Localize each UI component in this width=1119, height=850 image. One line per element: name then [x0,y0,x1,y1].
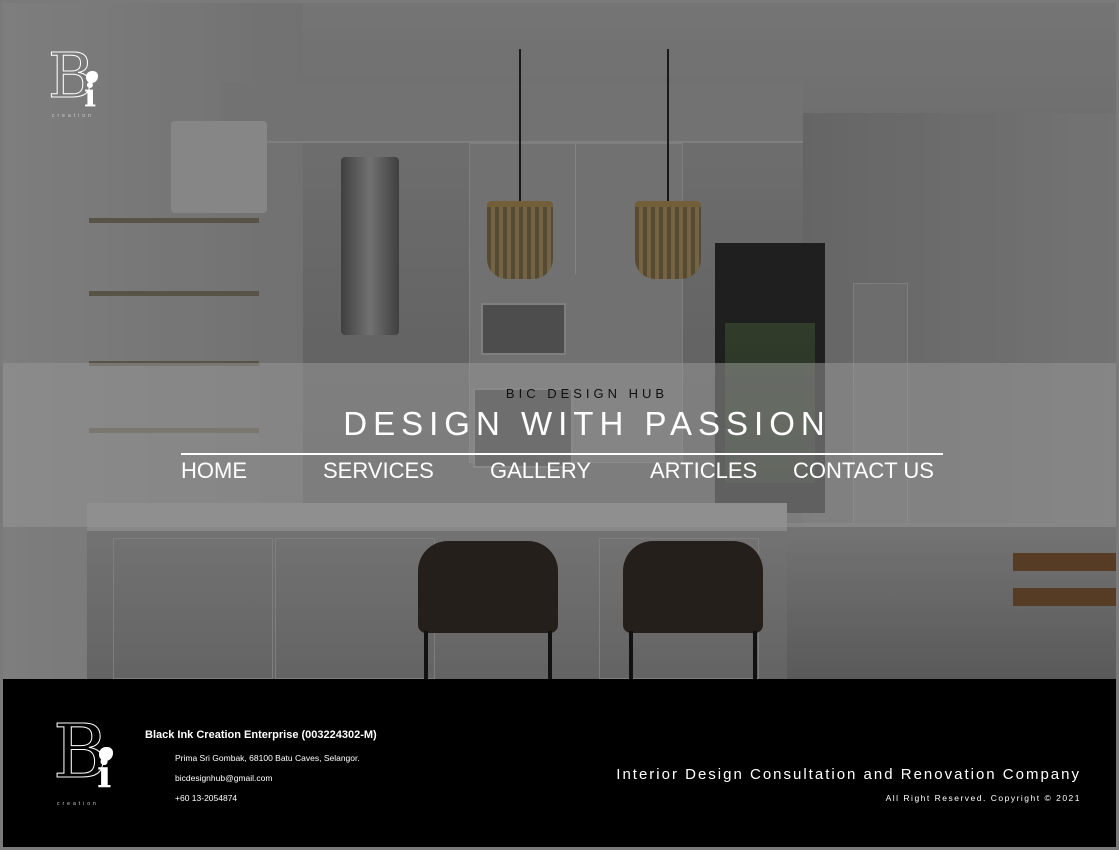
company-name: Black Ink Creation Enterprise (003224302… [145,729,377,741]
hero-overlay [3,3,1116,679]
contact-phone[interactable]: +60 13-2054874 [175,793,237,803]
nav-articles[interactable]: ARTICLES [650,458,757,484]
company-address: Prima Sri Gombak, 68100 Batu Caves, Sela… [175,753,360,763]
footer-logo: B i creation [52,709,113,807]
contact-email[interactable]: bicdesignhub@gmail.com [175,773,272,783]
nav-services[interactable]: SERVICES [323,458,434,484]
copyright-text: All Right Reserved. Copyright © 2021 [885,793,1081,803]
nav-gallery[interactable]: GALLERY [490,458,591,484]
logo-caption: creation [52,113,94,119]
nav-contact-us[interactable]: CONTACT US [793,458,934,484]
hero-headline: DESIGN WITH PASSION [343,405,831,442]
company-tagline: Interior Design Consultation and Renovat… [616,766,1081,783]
hero-kicker: BIC DESIGN HUB [505,386,669,401]
hero-image [3,3,1116,679]
footer: B i creation Black Ink Creation Enterpri… [3,679,1116,847]
site-logo[interactable]: B i creation [48,44,108,121]
nav-home[interactable]: HOME [181,458,247,484]
page-frame: B i creation BIC DESIGN HUB DESIGN WITH … [0,0,1119,850]
nav-divider [181,453,943,455]
logo-caption: creation [57,801,99,807]
